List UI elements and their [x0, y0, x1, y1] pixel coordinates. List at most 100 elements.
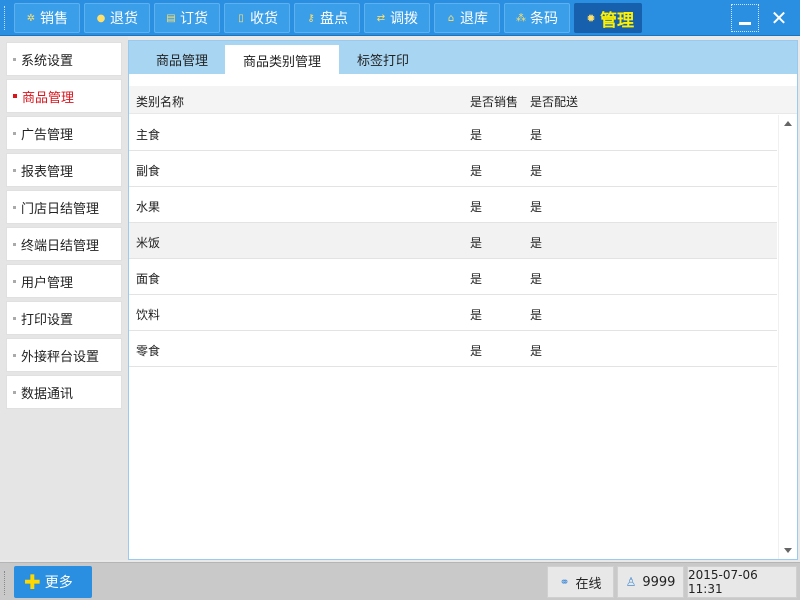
cell-for-sale: 是	[470, 272, 483, 286]
table-row[interactable]: 主食 是 是	[129, 115, 777, 151]
tab-strip: 商品管理 商品类别管理 标签打印	[129, 41, 797, 74]
link-icon: ⚭	[559, 575, 570, 589]
bullet-icon	[13, 57, 16, 61]
bullet-icon	[13, 390, 16, 394]
bullet-icon	[13, 316, 16, 320]
bullet-icon	[13, 94, 17, 98]
key-icon: ⚷	[307, 12, 315, 24]
column-header-category-name[interactable]: 类别名称	[136, 93, 184, 110]
tab-category-management[interactable]: 商品类别管理	[225, 45, 339, 74]
table-row[interactable]: 水果 是 是	[129, 187, 777, 223]
bottombar-grip[interactable]	[4, 571, 7, 595]
user-id: 9999	[642, 574, 676, 590]
circle-icon: ●	[96, 12, 106, 24]
sidebar-item-label: 数据通讯	[21, 386, 74, 402]
toolbar-button-receive[interactable]: ▯ 收货	[224, 3, 290, 33]
cell-category-name: 饮料	[136, 308, 161, 322]
toolbar-button-barcode[interactable]: ⁂ 条码	[504, 3, 570, 33]
sidebar-item-user-management[interactable]: 用户管理	[6, 264, 122, 298]
cell-for-sale: 是	[470, 164, 483, 178]
cell-category-name: 零食	[136, 344, 161, 358]
cell-category-name: 副食	[136, 164, 161, 178]
online-status-label: 在线	[575, 576, 602, 592]
tab-label: 商品管理	[155, 54, 208, 69]
toolbar-grip[interactable]	[4, 6, 7, 30]
toolbar-button-transfer[interactable]: ⇄ 调拨	[364, 3, 430, 33]
bottom-bar: ✚ 更多 ⚭ 在线 ♙ 9999 2015-07-06 11:31	[0, 562, 800, 600]
toolbar-button-return[interactable]: ● 退货	[84, 3, 150, 33]
toolbar-button-manage[interactable]: ✹ 管理	[574, 3, 642, 33]
sidebar-item-terminal-daily-close[interactable]: 终端日结管理	[6, 227, 122, 261]
sidebar-item-label: 用户管理	[21, 275, 74, 291]
cell-for-sale: 是	[470, 128, 483, 142]
cell-for-delivery: 是	[530, 272, 543, 286]
sidebar-item-print-settings[interactable]: 打印设置	[6, 301, 122, 335]
gear-small-icon: ✲	[26, 12, 36, 24]
cell-for-delivery: 是	[530, 128, 543, 142]
cell-for-delivery: 是	[530, 344, 543, 358]
cell-category-name: 面食	[136, 272, 161, 286]
cell-for-delivery: 是	[530, 164, 543, 178]
tab-product-management[interactable]: 商品管理	[141, 45, 223, 74]
table-row[interactable]: 副食 是 是	[129, 151, 777, 187]
cell-for-sale: 是	[470, 308, 483, 322]
tab-label: 商品类别管理	[242, 54, 321, 70]
online-status: ⚭ 在线	[547, 566, 614, 598]
bullet-icon	[13, 242, 16, 246]
sidebar-item-label: 外接秤台设置	[21, 349, 100, 365]
swap-arrows-icon: ⇄	[376, 12, 386, 24]
cell-for-delivery: 是	[530, 236, 543, 250]
table-header: 类别名称 是否销售 是否配送	[129, 86, 797, 114]
more-button[interactable]: ✚ 更多	[14, 566, 92, 598]
table-row[interactable]: 米饭 是 是	[129, 223, 777, 259]
cell-for-delivery: 是	[530, 308, 543, 322]
sidebar-item-data-communication[interactable]: 数据通讯	[6, 375, 122, 409]
table-row[interactable]: 零食 是 是	[129, 331, 777, 367]
toolbar-button-sales[interactable]: ✲ 销售	[14, 3, 80, 33]
scroll-up-arrow-icon[interactable]	[784, 121, 792, 126]
sidebar: 系统设置 商品管理 广告管理 报表管理 门店日结管理 终端日结管理 用户管理 打…	[0, 36, 128, 560]
bullet-icon	[13, 205, 16, 209]
sidebar-item-store-daily-close[interactable]: 门店日结管理	[6, 190, 122, 224]
column-header-for-delivery[interactable]: 是否配送	[530, 93, 578, 110]
column-header-for-sale[interactable]: 是否销售	[470, 93, 518, 110]
warehouse-icon: ⌂	[447, 12, 455, 24]
datetime-value: 2015-07-06 11:31	[688, 568, 758, 596]
receipt-icon: ▤	[166, 12, 176, 24]
sidebar-item-ad-management[interactable]: 广告管理	[6, 116, 122, 150]
close-icon: ✕	[770, 6, 788, 30]
top-toolbar: ✲ 销售 ● 退货 ▤ 订货 ▯ 收货 ⚷ 盘点 ⇄ 调拨 ⌂ 退库 ⁂ 条码 …	[0, 0, 800, 36]
cell-for-sale: 是	[470, 344, 483, 358]
cell-category-name: 水果	[136, 200, 161, 214]
sidebar-item-label: 系统设置	[21, 53, 74, 69]
tab-label: 标签打印	[356, 54, 409, 69]
toolbar-button-label: 退库	[460, 11, 488, 27]
toolbar-button-label: 盘点	[320, 11, 348, 27]
close-button[interactable]: ✕	[765, 4, 793, 32]
toolbar-button-label: 收货	[250, 11, 278, 27]
sidebar-item-report-management[interactable]: 报表管理	[6, 153, 122, 187]
vertical-scrollbar[interactable]	[778, 115, 797, 559]
toolbar-button-stock-return[interactable]: ⌂ 退库	[434, 3, 500, 33]
cell-category-name: 米饭	[136, 236, 161, 250]
scroll-down-arrow-icon[interactable]	[784, 548, 792, 553]
minimize-button[interactable]	[731, 4, 759, 32]
more-button-label: 更多	[44, 575, 73, 591]
toolbar-button-order[interactable]: ▤ 订货	[154, 3, 220, 33]
bullet-icon	[13, 168, 16, 172]
table-row[interactable]: 面食 是 是	[129, 259, 777, 295]
sidebar-item-label: 广告管理	[21, 127, 74, 143]
toolbar-button-inventory[interactable]: ⚷ 盘点	[294, 3, 360, 33]
sidebar-item-product-management[interactable]: 商品管理	[6, 79, 122, 113]
sidebar-item-system-settings[interactable]: 系统设置	[6, 42, 122, 76]
table-row[interactable]: 饮料 是 是	[129, 295, 777, 331]
toolbar-button-label: 退货	[110, 11, 138, 27]
toolbar-button-label: 订货	[180, 11, 208, 27]
sidebar-item-label: 终端日结管理	[21, 238, 100, 254]
tab-label-print[interactable]: 标签打印	[341, 45, 425, 74]
cell-for-delivery: 是	[530, 200, 543, 214]
user-icon: ♙	[625, 575, 637, 589]
sidebar-item-scale-settings[interactable]: 外接秤台设置	[6, 338, 122, 372]
barcode-icon: ⁂	[516, 12, 526, 24]
document-icon: ▯	[238, 12, 244, 24]
